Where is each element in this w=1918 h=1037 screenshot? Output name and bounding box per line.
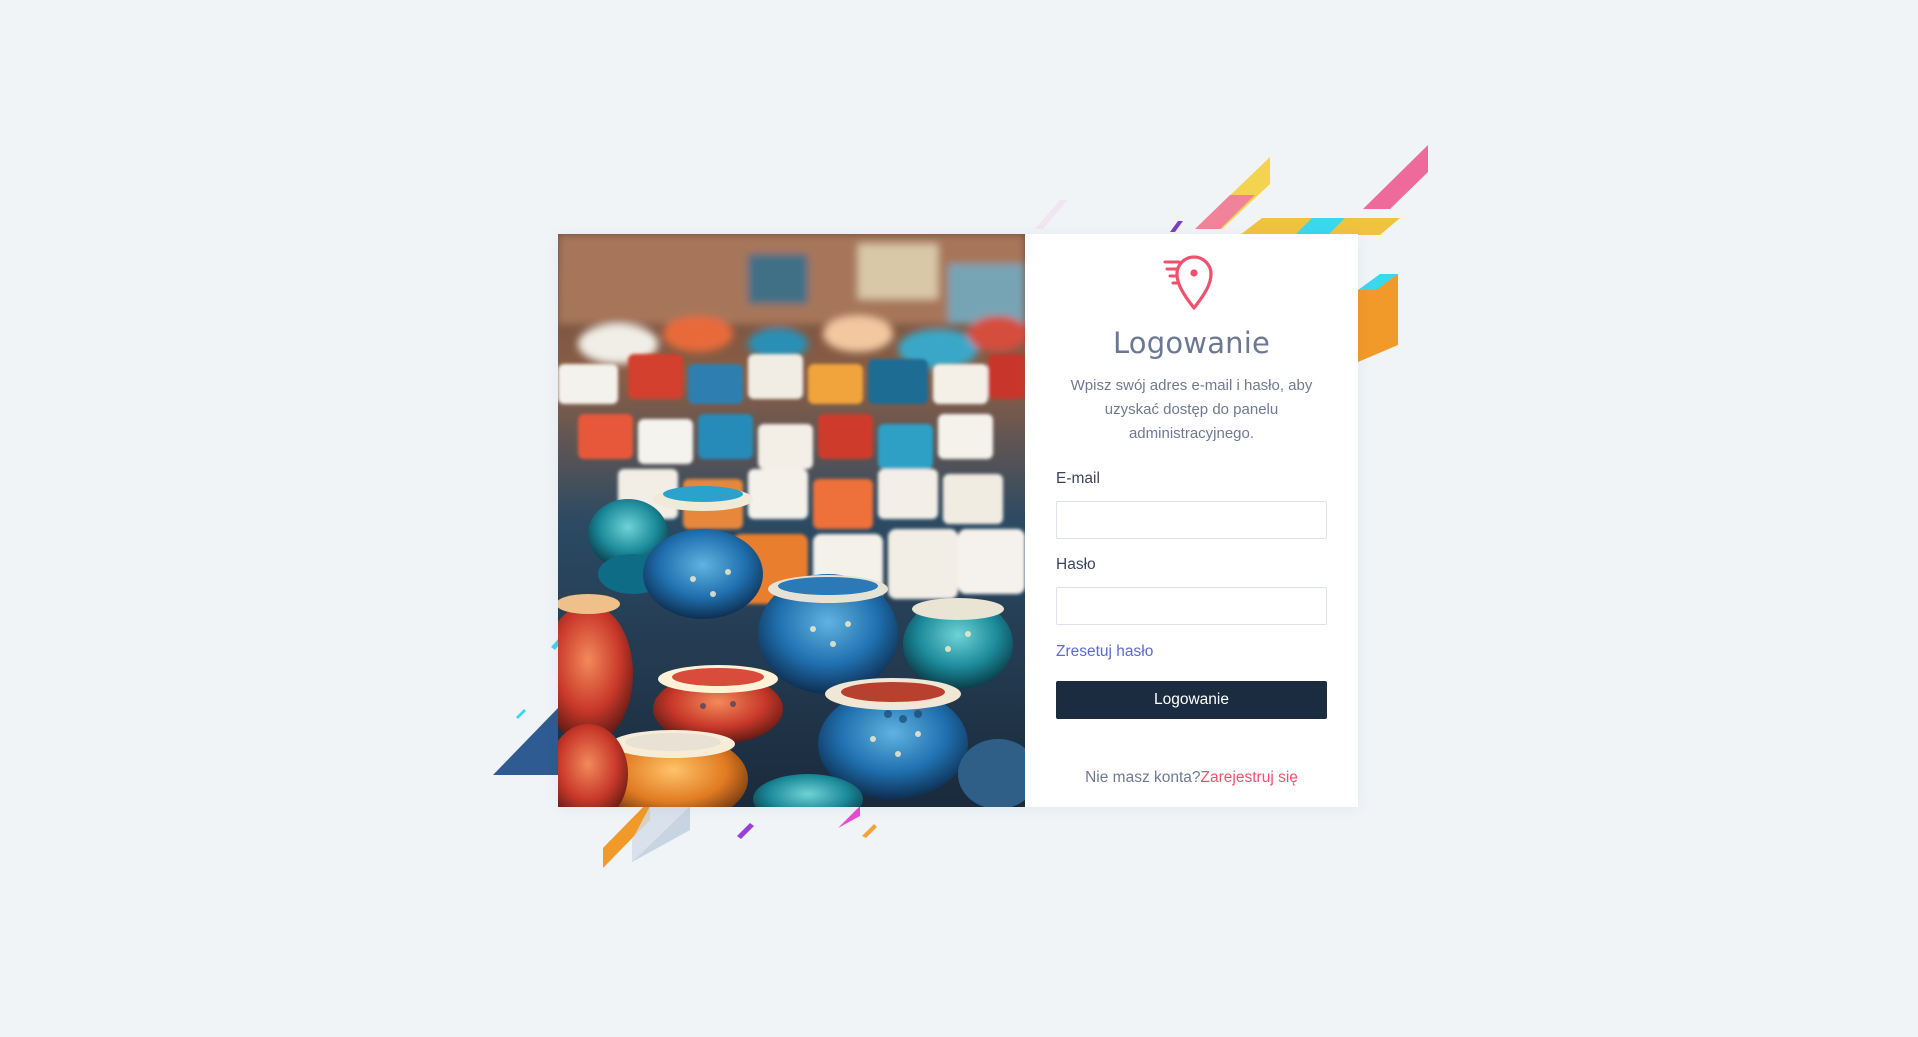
email-field[interactable] [1056,501,1327,539]
email-label: E-mail [1056,470,1100,487]
login-panel: Logowanie Wpisz swój adres e-mail i hasł… [1025,234,1358,807]
reset-password-link[interactable]: Zresetuj hasło [1056,643,1153,661]
login-button[interactable]: Logowanie [1056,681,1327,719]
location-pin-speed-icon [1163,255,1213,310]
password-field[interactable] [1056,587,1327,625]
page-title: Logowanie [1112,326,1271,360]
pottery-photo [558,234,1025,807]
register-prompt: Nie masz konta?Zarejestruj się [1025,769,1358,787]
no-account-text: Nie masz konta? [1085,769,1201,786]
password-label: Hasło [1056,556,1096,573]
register-link[interactable]: Zarejestruj się [1201,769,1298,786]
login-card: Logowanie Wpisz swój adres e-mail i hasł… [558,234,1358,807]
login-instructions: Wpisz swój adres e-mail i hasło, aby uzy… [1070,377,1313,442]
login-page: Logowanie Wpisz swój adres e-mail i hasł… [0,0,1918,1037]
